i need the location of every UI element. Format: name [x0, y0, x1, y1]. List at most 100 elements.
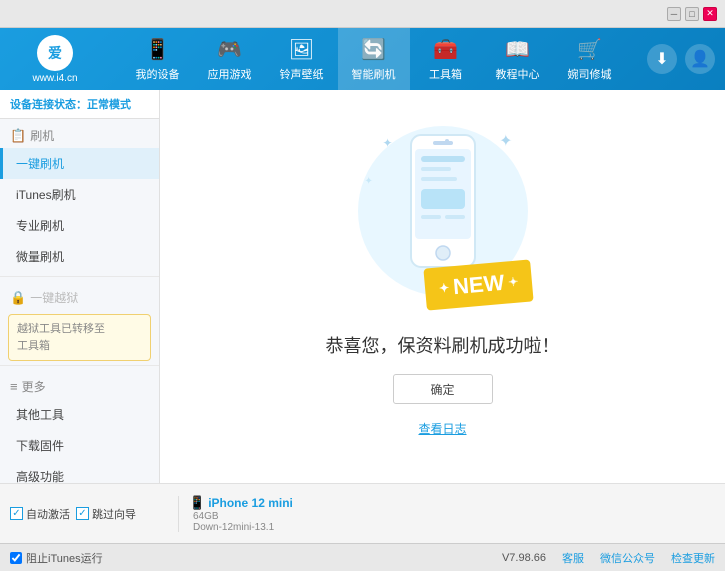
auto-launch-checkbox-label[interactable]: 自动激活 [10, 506, 70, 522]
skip-wizard-label: 跳过向导 [92, 506, 136, 522]
phone-svg [403, 131, 483, 271]
wechat-public-link[interactable]: 微信公众号 [600, 550, 655, 566]
sidebar-section-flash: 📋 刷机 [0, 119, 159, 148]
sidebar-section-more: ≡ 更多 [0, 370, 159, 399]
smart-flash-icon: 🔄 [361, 37, 386, 62]
download-fw-label: 下载固件 [16, 437, 64, 454]
device-model: Down-12mini-13.1 [189, 522, 293, 533]
nav-my-device-label: 我的设备 [136, 66, 180, 82]
check-update-link[interactable]: 检查更新 [671, 550, 715, 566]
window-controls: ─ □ ✕ [667, 7, 717, 21]
nav-toolbox-label: 工具箱 [429, 66, 462, 82]
device-status-value: 正常模式 [87, 99, 131, 111]
status-footer: 阻止iTunes运行 V7.98.66 客服 微信公众号 检查更新 [0, 543, 725, 571]
other-tools-label: 其他工具 [16, 406, 64, 423]
my-device-icon: 📱 [145, 37, 170, 62]
nav-shop-label: 婉司修城 [568, 66, 612, 82]
confirm-button[interactable]: 确定 [393, 374, 493, 404]
tutorial-icon: 📖 [505, 37, 530, 62]
title-bar: ─ □ ✕ [0, 0, 725, 28]
nav-apps-games-label: 应用游戏 [208, 66, 252, 82]
jailbreak-section-label: 一键越狱 [30, 289, 78, 306]
nav-right-area: ⬇ 👤 [647, 44, 715, 74]
jailbreak-info-box: 越狱工具已转移至工具箱 [8, 314, 151, 361]
skip-wizard-checkbox[interactable] [76, 507, 89, 520]
customer-service-link[interactable]: 客服 [562, 550, 584, 566]
status-left: 阻止iTunes运行 [10, 550, 103, 566]
nav-my-device[interactable]: 📱 我的设备 [122, 28, 194, 90]
user-button[interactable]: 👤 [685, 44, 715, 74]
main-layout: 设备连接状态：正常模式 📋 刷机 一键刷机 iTunes刷机 专业刷机 微量刷机… [0, 90, 725, 483]
nav-items: 📱 我的设备 🎮 应用游戏 🖼 铃声壁纸 🔄 智能刷机 🧰 工具箱 📖 教程中心… [100, 28, 647, 90]
logo-symbol: 爱 [48, 43, 62, 63]
sidebar-item-advanced[interactable]: 高级功能 [0, 461, 159, 483]
new-badge-text: NEW [452, 270, 505, 300]
logo-subtext: www.i4.cn [32, 73, 77, 84]
auto-launch-checkbox[interactable] [10, 507, 23, 520]
device-status-label: 设备连接状态： [10, 99, 87, 111]
nav-tutorial-label: 教程中心 [496, 66, 540, 82]
jailbreak-info-text: 越狱工具已转移至工具箱 [17, 323, 105, 352]
logo-icon: 爱 [37, 35, 73, 71]
confirm-btn-label: 确定 [430, 381, 454, 398]
phone-badge-container: ✦ ✦ ✦ [353, 116, 533, 316]
sidebar-divider-2 [0, 365, 159, 366]
apps-games-icon: 🎮 [217, 37, 242, 62]
device-storage: 64GB [189, 511, 293, 522]
nav-tutorial[interactable]: 📖 教程中心 [482, 28, 554, 90]
nav-shop[interactable]: 🛒 婉司修城 [554, 28, 626, 90]
sidebar-item-itunes-flash[interactable]: iTunes刷机 [0, 179, 159, 210]
minimize-button[interactable]: ─ [667, 7, 681, 21]
pro-flash-label: 专业刷机 [16, 217, 64, 234]
sidebar-item-one-key-flash[interactable]: 一键刷机 [0, 148, 159, 179]
data-flash-label: 微量刷机 [16, 248, 64, 265]
flash-section-label: 刷机 [30, 127, 54, 144]
block-itunes-checkbox[interactable] [10, 552, 22, 564]
status-right: V7.98.66 客服 微信公众号 检查更新 [502, 550, 715, 566]
version-text: V7.98.66 [502, 552, 546, 564]
device-status: 设备连接状态：正常模式 [0, 90, 159, 119]
nav-bar: 爱 www.i4.cn 📱 我的设备 🎮 应用游戏 🖼 铃声壁纸 🔄 智能刷机 … [0, 28, 725, 90]
maximize-button[interactable]: □ [685, 7, 699, 21]
sidebar-section-jailbreak: 🔒 一键越狱 [0, 281, 159, 310]
close-button[interactable]: ✕ [703, 7, 717, 21]
shop-icon: 🛒 [577, 37, 602, 62]
auto-launch-label: 自动激活 [26, 506, 70, 522]
device-entry: 📱 iPhone 12 mini 64GB Down-12mini-13.1 [189, 495, 293, 533]
device-name-line: 📱 iPhone 12 mini [189, 495, 293, 511]
sidebar-item-pro-flash[interactable]: 专业刷机 [0, 210, 159, 241]
device-phone-icon: 📱 [189, 495, 205, 511]
sidebar-item-other-tools[interactable]: 其他工具 [0, 399, 159, 430]
nav-apps-games[interactable]: 🎮 应用游戏 [194, 28, 266, 90]
more-section-icon: ≡ [10, 379, 18, 394]
toolbox-icon: 🧰 [433, 37, 458, 62]
skip-wizard-checkbox-label[interactable]: 跳过向导 [76, 506, 136, 522]
device-name: iPhone 12 mini [208, 496, 293, 510]
more-section-label: 更多 [22, 378, 46, 395]
flash-section-icon: 📋 [10, 128, 26, 144]
sidebar-item-data-flash[interactable]: 微量刷机 [0, 241, 159, 272]
block-itunes-label: 阻止iTunes运行 [26, 550, 103, 566]
success-illustration: ✦ ✦ ✦ [326, 116, 560, 437]
nav-toolbox[interactable]: 🧰 工具箱 [410, 28, 482, 90]
success-text: 恭喜您，保资料刷机成功啦！ [326, 332, 560, 358]
nav-wallpaper[interactable]: 🖼 铃声壁纸 [266, 28, 338, 90]
logo-area: 爱 www.i4.cn [10, 35, 100, 84]
look-daily-link[interactable]: 查看日志 [418, 420, 466, 437]
download-button[interactable]: ⬇ [647, 44, 677, 74]
checkbox-area: 自动激活 跳过向导 [10, 506, 170, 522]
content-area: ✦ ✦ ✦ [160, 90, 725, 483]
bottom-divider [178, 496, 179, 532]
nav-smart-flash[interactable]: 🔄 智能刷机 [338, 28, 410, 90]
sidebar-item-download-fw[interactable]: 下载固件 [0, 430, 159, 461]
wallpaper-icon: 🖼 [289, 37, 314, 62]
nav-smart-flash-label: 智能刷机 [352, 66, 396, 82]
advanced-label: 高级功能 [16, 468, 64, 483]
itunes-flash-label: iTunes刷机 [16, 186, 76, 203]
sidebar: 设备连接状态：正常模式 📋 刷机 一键刷机 iTunes刷机 专业刷机 微量刷机… [0, 90, 160, 483]
jailbreak-section-icon: 🔒 [10, 290, 26, 306]
nav-wallpaper-label: 铃声壁纸 [280, 66, 324, 82]
one-key-flash-label: 一键刷机 [16, 155, 64, 172]
sidebar-divider-1 [0, 276, 159, 277]
bottom-device-area: 自动激活 跳过向导 📱 iPhone 12 mini 64GB Down-12m… [0, 483, 725, 543]
